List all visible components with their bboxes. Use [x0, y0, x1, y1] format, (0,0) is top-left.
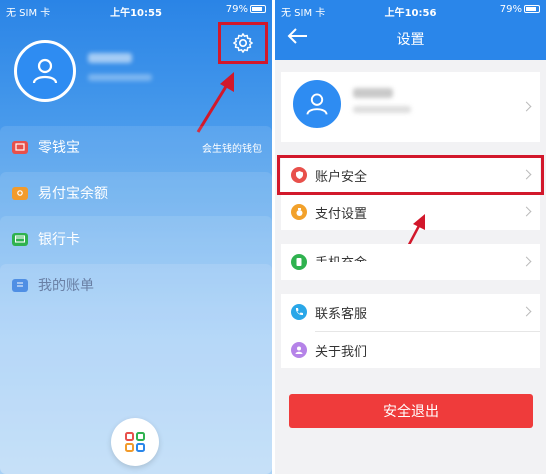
menu-item-subtitle: 会生钱的钱包 — [202, 143, 262, 155]
profile-row[interactable] — [281, 72, 540, 142]
battery-icon — [524, 5, 540, 13]
user-circle-icon — [291, 342, 307, 358]
menu-item-bill[interactable]: 我的账单 — [0, 268, 272, 302]
row-label-clip: 手机充金 — [315, 252, 367, 262]
row-label: 支付设置 — [315, 206, 368, 222]
battery-percent: 79% — [499, 4, 522, 15]
battery-percent: 79% — [225, 4, 248, 15]
screenshot-root: 无 SIM 卡 上午10:55 79% 零钱宝 会生钱的钱包 易付宝余额 银行卡… — [0, 0, 546, 474]
menu-item-balance[interactable]: 易付宝余额 — [0, 176, 272, 210]
money-bag-icon — [291, 204, 307, 220]
phone-handset-icon — [291, 304, 307, 320]
row-mobile-topup[interactable]: 手机充金 — [281, 244, 540, 280]
username-blurred — [88, 53, 132, 63]
gear-icon — [233, 33, 253, 53]
username-blurred — [353, 88, 393, 98]
status-bar: 无 SIM 卡 上午10:55 79% — [0, 0, 272, 20]
logout-button[interactable]: 安全退出 — [289, 394, 533, 428]
battery-icon — [250, 5, 266, 13]
wallet-home-screen: 无 SIM 卡 上午10:55 79% 零钱宝 会生钱的钱包 易付宝余额 银行卡… — [0, 0, 272, 474]
wallet-icon — [12, 140, 28, 154]
avatar — [291, 78, 343, 130]
menu-item-label: 零钱宝 — [38, 140, 80, 156]
settings-button-highlight[interactable] — [218, 22, 268, 64]
apps-button[interactable] — [111, 418, 159, 466]
chevron-right-icon — [521, 256, 532, 267]
row-label: 手机充金 — [315, 252, 367, 262]
account-blurred — [88, 74, 152, 81]
bill-icon — [12, 278, 28, 292]
settings-group-mobile: 手机充金 — [281, 244, 540, 280]
row-label: 关于我们 — [315, 344, 368, 360]
bank-card-icon — [12, 232, 28, 246]
menu-item-label: 银行卡 — [38, 232, 80, 248]
row-customer-service[interactable]: 联系客服 — [281, 294, 540, 330]
account-security-highlight — [277, 155, 544, 195]
chevron-right-icon — [521, 306, 532, 317]
nav-header: 无 SIM 卡 上午10:56 79% 设置 — [275, 0, 546, 60]
user-icon — [32, 58, 58, 84]
row-about-us[interactable]: 关于我们 — [281, 332, 540, 368]
battery-indicator: 79% — [500, 4, 540, 15]
row-label: 联系客服 — [315, 306, 368, 322]
phone-icon — [291, 254, 307, 270]
grid-apps-icon — [125, 432, 145, 452]
user-icon — [306, 93, 328, 115]
menu-item-bank-card[interactable]: 银行卡 — [0, 222, 272, 256]
menu-item-label: 易付宝余额 — [38, 186, 108, 202]
settings-screen: 无 SIM 卡 上午10:56 79% 设置 账户安全 支付设置 联系客服 关于… — [275, 0, 546, 474]
camera-icon — [12, 186, 28, 200]
menu-item-label: 我的账单 — [38, 278, 94, 294]
status-bar: 无 SIM 卡 上午10:56 79% — [275, 0, 546, 20]
avatar[interactable] — [14, 40, 76, 102]
menu-item-wallet[interactable]: 零钱宝 会生钱的钱包 — [0, 130, 272, 164]
battery-indicator: 79% — [226, 4, 266, 15]
account-blurred — [353, 106, 411, 113]
chevron-right-icon — [521, 206, 532, 217]
page-title: 设置 — [396, 32, 425, 48]
settings-group-support: 联系客服 关于我们 — [281, 294, 540, 368]
chevron-right-icon — [521, 101, 532, 112]
